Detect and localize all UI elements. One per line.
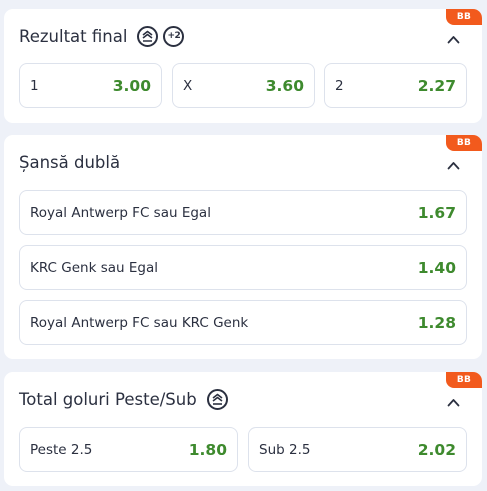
chevron-up-icon[interactable] [447, 155, 460, 174]
bet-builder-stack-icon [137, 25, 159, 47]
odd-value: 2.02 [417, 440, 456, 459]
market-header[interactable]: Șansă dublă [19, 135, 120, 189]
odd-label: Royal Antwerp FC sau KRC Genk [30, 314, 249, 331]
bet-builder-badge: BB [446, 9, 482, 25]
odd-button-2[interactable]: 2 2.27 [324, 63, 467, 108]
plus-two-label: +2 [167, 31, 181, 41]
odd-label: X [183, 77, 193, 94]
odd-button-antwerp-or-genk[interactable]: Royal Antwerp FC sau KRC Genk 1.28 [19, 300, 467, 345]
odd-label: Peste 2.5 [30, 441, 93, 458]
market-title: Total goluri Peste/Sub [19, 389, 197, 409]
odd-button-x[interactable]: X 3.60 [172, 63, 315, 108]
odd-value: 3.00 [112, 76, 151, 95]
odd-value: 1.67 [417, 203, 456, 222]
market-header[interactable]: Rezultat final +2 [19, 9, 185, 63]
odd-button-1[interactable]: 1 3.00 [19, 63, 162, 108]
odd-label: 2 [335, 77, 344, 94]
odd-value: 3.60 [265, 76, 304, 95]
bet-builder-badge: BB [446, 135, 482, 151]
odd-button-antwerp-or-draw[interactable]: Royal Antwerp FC sau Egal 1.67 [19, 190, 467, 235]
odd-label: Royal Antwerp FC sau Egal [30, 204, 211, 221]
odd-button-under-2-5[interactable]: Sub 2.5 2.02 [248, 427, 467, 472]
odd-button-over-2-5[interactable]: Peste 2.5 1.80 [19, 427, 238, 472]
market-card-total-goluri: BB Total goluri Peste/Sub Peste 2.5 1.80… [4, 372, 482, 486]
bet-builder-stack-icon [206, 388, 228, 410]
odd-button-genk-or-draw[interactable]: KRC Genk sau Egal 1.40 [19, 245, 467, 290]
odd-label: 1 [30, 77, 39, 94]
odd-value: 1.40 [417, 258, 456, 277]
market-title: Șansă dublă [19, 152, 121, 172]
odd-value: 2.27 [417, 76, 456, 95]
market-card-rezultat-final: BB Rezultat final +2 1 3.00 X 3.60 2 2.2… [4, 9, 482, 123]
plus-two-icon: +2 [163, 25, 185, 47]
odd-value: 1.80 [188, 440, 227, 459]
market-header[interactable]: Total goluri Peste/Sub [19, 372, 228, 426]
chevron-up-icon[interactable] [447, 29, 460, 48]
market-card-sansa-dubla: BB Șansă dublă Royal Antwerp FC sau Egal… [4, 135, 482, 359]
odd-value: 1.28 [417, 313, 456, 332]
odd-label: Sub 2.5 [259, 441, 311, 458]
odd-label: KRC Genk sau Egal [30, 259, 158, 276]
bet-builder-badge: BB [446, 372, 482, 388]
market-title: Rezultat final [19, 26, 128, 46]
chevron-up-icon[interactable] [447, 392, 460, 411]
